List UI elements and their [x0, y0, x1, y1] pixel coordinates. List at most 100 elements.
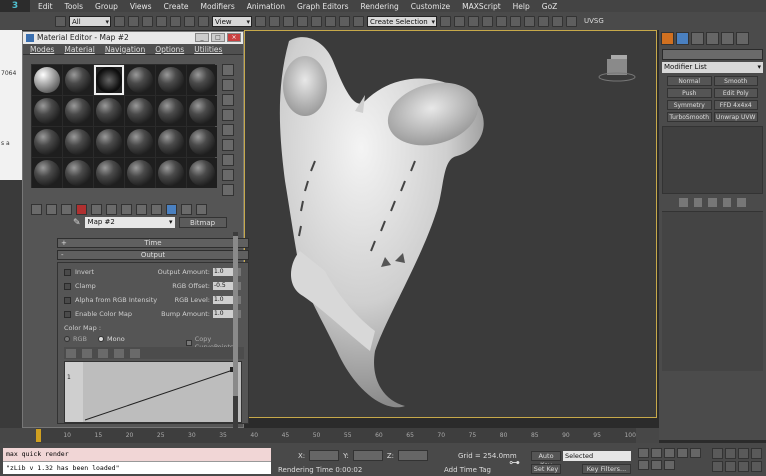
- make-preview-icon[interactable]: [222, 139, 234, 151]
- modifier-turbosmooth-button[interactable]: TurboSmooth: [667, 112, 712, 122]
- selection-filter-dropdown[interactable]: All: [69, 15, 111, 28]
- uv-tiling-icon[interactable]: [222, 109, 234, 121]
- alpha-from-rgb-checkbox[interactable]: Alpha from RGB Intensity: [64, 296, 157, 304]
- menu-options[interactable]: Options: [155, 45, 184, 54]
- menu-animation[interactable]: Animation: [247, 2, 285, 11]
- material-slot[interactable]: [125, 158, 155, 188]
- menu-customize[interactable]: Customize: [411, 2, 450, 11]
- close-icon[interactable]: ×: [227, 33, 241, 42]
- menu-navigation[interactable]: Navigation: [105, 45, 145, 54]
- backlight-icon[interactable]: [222, 79, 234, 91]
- select-object-icon[interactable]: [114, 15, 125, 27]
- graphite-ribbon-icon[interactable]: [482, 15, 493, 27]
- reference-coordinate-dropdown[interactable]: View: [212, 15, 252, 28]
- scrollbar-thumb[interactable]: [233, 236, 238, 396]
- key-mode-icon[interactable]: [638, 460, 649, 470]
- z-coordinate-input[interactable]: [398, 450, 429, 461]
- move-icon[interactable]: [170, 15, 181, 27]
- material-slot[interactable]: [32, 65, 62, 95]
- configure-sets-icon[interactable]: [737, 198, 746, 207]
- modifier-smooth-button[interactable]: Smooth: [713, 76, 758, 86]
- x-coordinate-input[interactable]: [309, 450, 340, 461]
- pin-stack-icon[interactable]: [679, 198, 688, 207]
- modifier-unwrap-uvw-button[interactable]: Unwrap UVW: [713, 112, 758, 122]
- material-scrollbar[interactable]: [233, 232, 238, 456]
- sample-type-icon[interactable]: [222, 64, 234, 76]
- modify-tab-icon[interactable]: [676, 32, 689, 45]
- enable-color-map-checkbox[interactable]: Enable Color Map: [64, 310, 132, 318]
- material-slot[interactable]: [125, 65, 155, 95]
- material-slot[interactable]: [187, 65, 217, 95]
- material-slot[interactable]: [187, 158, 217, 188]
- map-type-button[interactable]: Bitmap: [178, 217, 227, 228]
- menu-maxscript[interactable]: MAXScript: [462, 2, 501, 11]
- layer-manager-icon[interactable]: [468, 15, 479, 27]
- curve-editor-icon[interactable]: [496, 15, 507, 27]
- align-icon[interactable]: [454, 15, 465, 27]
- render-setup-icon[interactable]: [538, 15, 549, 27]
- material-slot[interactable]: [32, 158, 62, 188]
- material-slot[interactable]: [187, 127, 217, 157]
- material-slot[interactable]: [156, 65, 186, 95]
- schematic-view-icon[interactable]: [510, 15, 521, 27]
- put-to-library-icon[interactable]: [121, 204, 132, 215]
- menu-rendering[interactable]: Rendering: [360, 2, 398, 11]
- y-coordinate-input[interactable]: [352, 450, 383, 461]
- material-slot[interactable]: [156, 127, 186, 157]
- menu-views[interactable]: Views: [130, 2, 152, 11]
- material-navigator-icon[interactable]: [222, 184, 234, 196]
- material-options-icon[interactable]: [222, 154, 234, 166]
- menu-edit[interactable]: Edit: [38, 2, 53, 11]
- modifier-list-dropdown[interactable]: Modifier List: [662, 62, 763, 73]
- material-slot[interactable]: [63, 158, 93, 188]
- modifier-edit-poly-button[interactable]: Edit Poly: [713, 88, 758, 98]
- output-rollout[interactable]: - Output: [57, 250, 249, 260]
- app-logo-icon[interactable]: 3: [0, 0, 30, 12]
- put-to-scene-icon[interactable]: [46, 204, 57, 215]
- output-amount-input[interactable]: 1.0: [213, 268, 233, 276]
- field-of-view-icon[interactable]: [712, 461, 723, 472]
- select-by-name-icon[interactable]: [128, 15, 139, 27]
- material-slot[interactable]: [32, 96, 62, 126]
- time-rollout[interactable]: + Time: [57, 238, 249, 248]
- menu-create[interactable]: Create: [164, 2, 189, 11]
- pivot-icon[interactable]: [255, 15, 266, 27]
- maximize-viewport-icon[interactable]: [751, 461, 762, 472]
- menu-graph-editors[interactable]: Graph Editors: [297, 2, 349, 11]
- map-name-field[interactable]: Map #2: [84, 217, 175, 228]
- current-frame-field[interactable]: [651, 460, 662, 470]
- modifier-stack[interactable]: [662, 126, 763, 194]
- video-color-check-icon[interactable]: [222, 124, 234, 136]
- modifier-symmetry-button[interactable]: Symmetry: [667, 100, 712, 110]
- spinner-snap-icon[interactable]: [339, 15, 350, 27]
- next-frame-icon[interactable]: [677, 448, 688, 458]
- menu-tools[interactable]: Tools: [65, 2, 83, 11]
- rotate-icon[interactable]: [184, 15, 195, 27]
- time-config-icon[interactable]: [664, 460, 675, 470]
- eyedropper-icon[interactable]: ✎: [73, 218, 81, 228]
- key-icon[interactable]: ⊶: [509, 456, 520, 469]
- object-name-field[interactable]: [662, 49, 763, 60]
- minimize-icon[interactable]: _: [195, 33, 209, 42]
- mirror-icon[interactable]: [440, 15, 451, 27]
- mono-radio[interactable]: Mono: [98, 335, 125, 343]
- material-slot[interactable]: [94, 158, 124, 188]
- menu-modifiers[interactable]: Modifiers: [201, 2, 235, 11]
- material-slot[interactable]: [156, 96, 186, 126]
- move-point-icon[interactable]: [66, 348, 76, 358]
- percent-snap-icon[interactable]: [325, 15, 336, 27]
- play-icon[interactable]: [664, 448, 675, 458]
- go-forward-sibling-icon[interactable]: [196, 204, 207, 215]
- menu-material[interactable]: Material: [64, 45, 94, 54]
- uvsg-label[interactable]: UVSG: [584, 17, 604, 25]
- modifier-push-button[interactable]: Push: [667, 88, 712, 98]
- zoom-all-icon[interactable]: [725, 448, 736, 459]
- material-slot[interactable]: [156, 158, 186, 188]
- remove-modifier-icon[interactable]: [722, 198, 732, 207]
- rgb-offset-input[interactable]: -0.5: [213, 282, 233, 290]
- select-manipulate-icon[interactable]: [269, 15, 280, 27]
- background-icon[interactable]: [222, 94, 234, 106]
- pan-icon[interactable]: [725, 461, 736, 472]
- display-tab-icon[interactable]: [721, 32, 734, 45]
- key-filters-button[interactable]: Key Filters...: [582, 464, 631, 474]
